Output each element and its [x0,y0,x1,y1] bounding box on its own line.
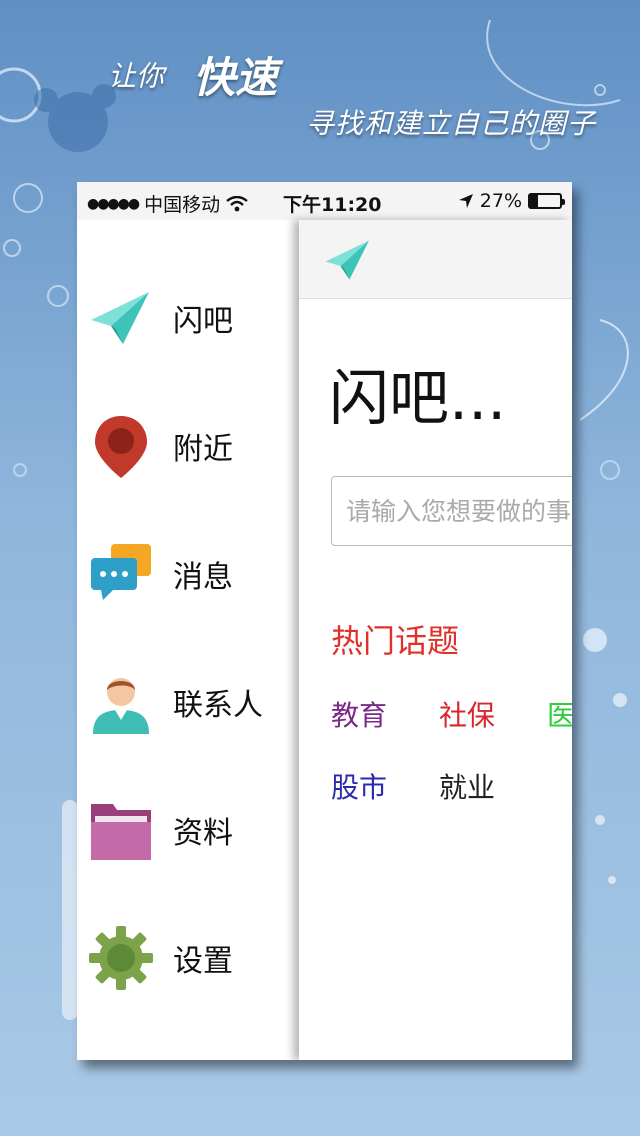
promo-big-text: 快速 [193,53,278,102]
signal-strength-icon: ●●●●● [87,195,140,212]
status-time: 下午11:20 [283,194,382,216]
menu-label: 附近 [173,432,233,467]
menu-label: 闪吧 [173,304,233,339]
menu-label: 消息 [173,560,233,595]
topic-employment[interactable]: 就业 [439,766,495,806]
folder-icon [91,804,151,860]
battery-fill [530,195,539,207]
menu-item-settings[interactable]: 设置 [77,908,299,1008]
menu-item-profile[interactable]: 资料 [77,780,299,880]
topic-stocks[interactable]: 股市 [331,766,387,806]
hot-topics-title: 热门话题 [331,622,460,660]
phone-screen: ●●●●● 中国移动 下午11:20 27% 闪吧 附近 消息 联系人 资料 设… [77,182,572,1060]
main-panel: 闪吧... 热门话题 教育 社保 医 股市 就业 [299,220,572,1060]
status-bar: ●●●●● 中国移动 下午11:20 27% [77,182,572,220]
chat-bubbles-icon [91,544,151,600]
user-avatar-icon [93,678,149,734]
battery-icon [528,193,565,209]
promo-subheadline: 寻找和建立自己的圈子 [306,107,597,140]
paper-plane-icon[interactable] [323,236,373,284]
paper-plane-icon [91,292,149,344]
page-title: 闪吧... [329,364,507,434]
search-input[interactable] [331,476,572,546]
side-menu: 闪吧 附近 消息 联系人 资料 设置 [77,220,299,1060]
menu-item-nearby[interactable]: 附近 [77,396,299,496]
menu-item-messages[interactable]: 消息 [77,524,299,624]
promo-small-text: 让你 [108,59,165,93]
menu-label: 资料 [173,816,233,851]
gear-icon [89,926,153,990]
carrier-label: 中国移动 [144,194,221,216]
promo-headline: 让你 快速 [108,44,277,105]
menu-item-contacts[interactable]: 联系人 [77,652,299,752]
battery-percent: 27% [479,190,522,212]
topic-social-security[interactable]: 社保 [439,694,495,734]
topic-education[interactable]: 教育 [331,694,387,734]
status-right: 27% [458,190,565,212]
menu-label: 设置 [173,944,233,979]
menu-item-shanba[interactable]: 闪吧 [77,268,299,368]
menu-label: 联系人 [173,688,263,723]
status-left: ●●●●● 中国移动 [87,190,248,217]
location-arrow-icon [458,194,473,208]
wifi-icon [226,195,248,211]
topic-medical[interactable]: 医 [547,694,572,734]
panel-header [299,220,572,299]
location-pin-icon [95,416,147,478]
